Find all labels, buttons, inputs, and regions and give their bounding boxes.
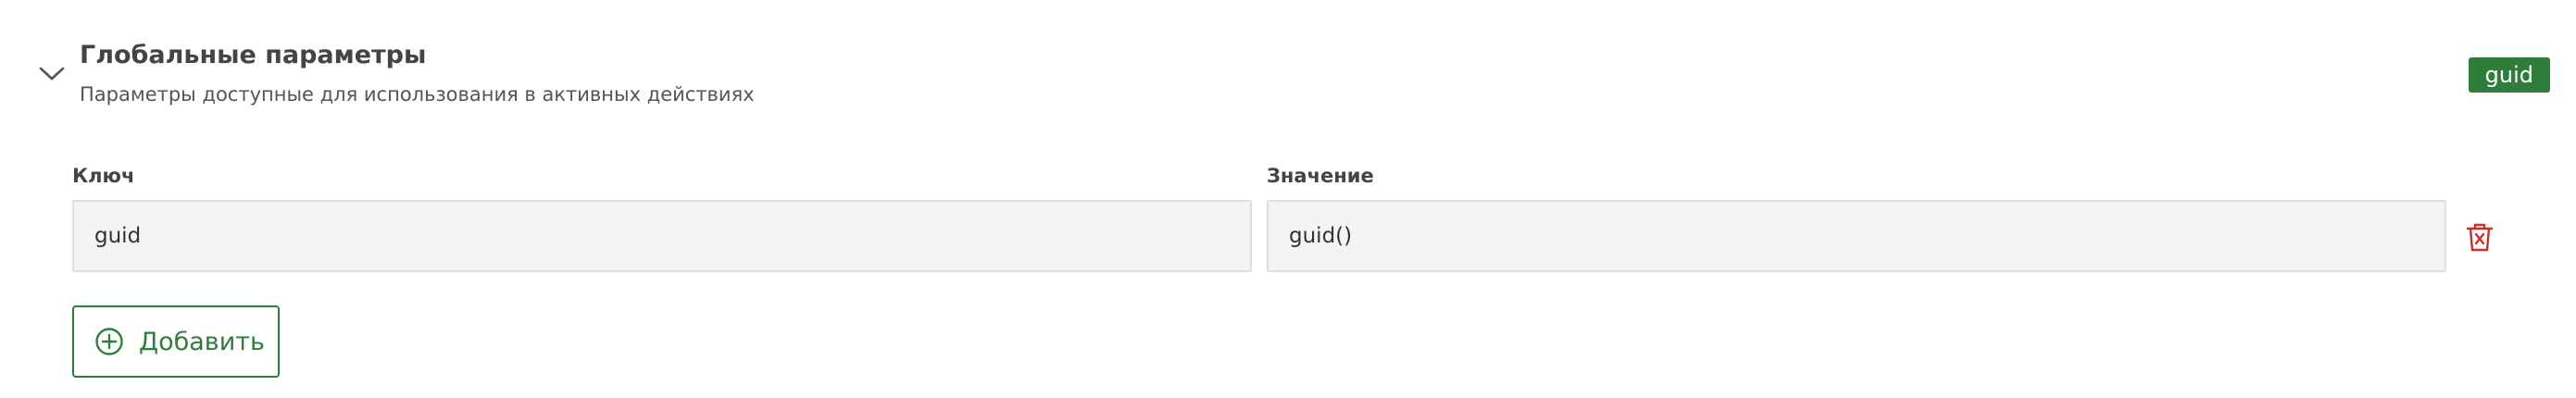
value-label: Значение	[1267, 165, 1374, 187]
key-input[interactable]	[72, 200, 1252, 272]
section-title: Глобальные параметры	[80, 41, 427, 69]
trash-icon	[2466, 223, 2494, 252]
plus-circle-icon	[95, 328, 123, 355]
add-button[interactable]: Добавить	[72, 305, 280, 378]
delete-row-button[interactable]	[2463, 220, 2496, 254]
section-subtitle: Параметры доступные для использования в …	[80, 83, 755, 106]
add-button-label: Добавить	[139, 327, 265, 356]
param-badge: guid	[2468, 57, 2550, 93]
key-label: Ключ	[72, 165, 135, 187]
value-input[interactable]	[1267, 200, 2446, 272]
collapse-toggle[interactable]	[35, 57, 69, 91]
chevron-down-icon	[39, 67, 65, 81]
